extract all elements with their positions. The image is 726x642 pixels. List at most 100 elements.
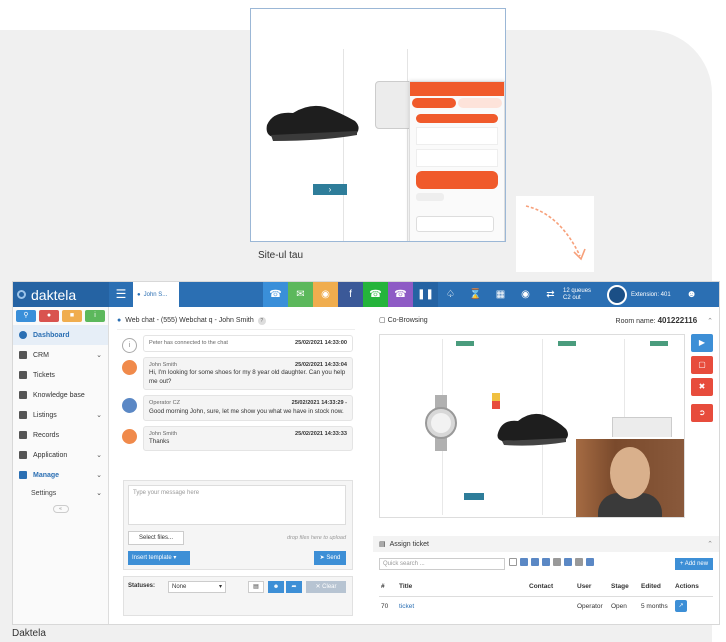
add-new-button[interactable]: + Add new [675,558,713,570]
hourglass-icon[interactable]: ⌛ [463,282,488,307]
ticket-stage: Open [611,602,627,610]
collapse-sidebar-button[interactable]: « [52,505,69,513]
chat-widget-tab[interactable] [412,98,456,108]
sidebar-item-records[interactable]: Records [13,425,108,445]
cobrowse-next-button[interactable] [464,493,484,500]
sidebar-item-settings[interactable]: Settings ⌄ [13,485,108,501]
status-select[interactable]: None ▾ [168,581,226,593]
bin-icon[interactable] [586,558,594,566]
menu-icon[interactable]: ☰ [109,282,133,307]
transfer-icon[interactable]: ⇄ [538,282,563,307]
globe-icon[interactable]: ◉ [513,282,538,307]
insert-template-button[interactable]: Insert template ▾ [128,551,190,565]
ticket-table: # Title Contact User Stage Edited Action… [379,578,713,616]
clear-button[interactable]: ✕ Clear [306,581,346,593]
chevron-up-icon[interactable]: ⌃ [707,318,713,325]
folder-icon[interactable]: ■ [62,310,82,322]
add-user-icon[interactable]: ☻ [268,581,284,593]
chat-bubble-icon: ● [117,317,122,324]
exit-icon[interactable]: ➲ [691,404,713,422]
column-header[interactable]: Edited [639,578,673,597]
column-header[interactable]: Stage [609,578,639,597]
message-list: i Peter has connected to the chat 25/02/20… [117,335,355,451]
grid-icon[interactable] [553,558,561,566]
sidebar-item-label: Listings [33,411,57,419]
message-input[interactable]: Type your message here [128,485,346,525]
product-label [558,341,576,346]
sidebar-item-crm[interactable]: CRM ⌄ [13,345,108,365]
column-header[interactable]: User [575,578,609,597]
calendar-icon[interactable]: ▦ [488,282,513,307]
status-value: None [172,584,187,590]
user-icon[interactable] [542,558,550,566]
send-button[interactable]: ➤ Send [314,551,346,565]
message-time: 25/02/2021 14:33:29 - [291,400,347,407]
grid-icon[interactable] [575,558,583,566]
caret-down-icon: ▾ [173,555,177,561]
drop-files-hint: drop files here to upload [286,535,346,541]
chat-title: Web chat - (555) Webchat q - John Smith [125,317,254,324]
column-header[interactable]: # [379,578,397,597]
queue-status[interactable]: 12 queues C2 out [563,288,603,302]
bell-icon[interactable]: ♤ [438,282,463,307]
check-user-icon[interactable] [531,558,539,566]
ticket-title-link[interactable]: ticket [399,603,414,610]
whatsapp-icon[interactable]: ☎ [363,282,388,307]
table-row[interactable]: 70 ticket Operator Open 5 months ↗ [379,596,713,616]
video-feed[interactable] [574,437,684,517]
column-header[interactable]: Contact [527,578,575,597]
sidebar-item-application[interactable]: Application ⌄ [13,445,108,465]
watch-image [425,395,457,451]
chevron-up-icon[interactable]: ⌃ [707,540,713,548]
monitor-icon[interactable]: ▢ [691,356,713,374]
chevron-down-icon: ⌄ [96,352,102,359]
video-camera-icon[interactable]: ▶ [691,334,713,352]
phone-icon[interactable]: ☎ [263,282,288,307]
clear-label: Clear [322,584,337,590]
star-icon[interactable] [520,558,528,566]
sidebar-item-tickets[interactable]: Tickets [13,365,108,385]
sidebar-item-knowledge-base[interactable]: Knowledge base [13,385,108,405]
forward-icon[interactable]: ➦ [286,581,302,593]
note-icon[interactable]: ▤ [248,581,264,593]
chat-widget-tab[interactable] [458,98,502,108]
record-icon[interactable]: ● [39,310,59,322]
sidebar-item-listings[interactable]: Listings ⌄ [13,405,108,425]
users-icon[interactable]: ☻ [679,282,704,307]
link-icon[interactable]: ↗ [675,600,687,613]
chat-icon[interactable]: ◉ [313,282,338,307]
info-icon[interactable]: i [85,310,105,322]
site-caption: Site-ul tau [258,250,304,261]
ticket-search-input[interactable]: Quick search ... [379,558,505,570]
chevron-down-icon: ⌄ [96,412,102,419]
sidebar-item-dashboard[interactable]: Dashboard [13,325,108,345]
avatar[interactable] [607,284,627,305]
tab-chat[interactable]: ● John S... [133,282,179,307]
pause-icon[interactable]: ❚❚ [413,282,438,307]
cobrowse-title: Co-Browsing [387,317,428,324]
manage-icon [19,471,27,479]
help-icon[interactable]: ? [257,316,266,325]
select-files-button[interactable]: Select files... [128,531,184,545]
eye-icon[interactable] [564,558,572,566]
daktela-app: daktela ☰ ● John S... ☎ ✉ ◉ f ☎ ☎ ❚❚ ♤ ⌛… [12,281,720,625]
sidebar-item-label: Records [33,431,60,439]
viber-icon[interactable]: ☎ [388,282,413,307]
site-next-button[interactable]: › [313,184,347,195]
email-icon[interactable]: ✉ [288,282,313,307]
knowledge-base-icon [19,391,27,399]
watch-box-image [375,81,413,129]
column-header[interactable]: Title [397,578,527,597]
search-icon[interactable]: ⚲ [16,310,36,322]
chat-widget-input[interactable] [416,216,494,232]
chevron-down-icon: ⌄ [96,472,102,479]
sidebar-item-label: Knowledge base [33,391,85,399]
sidebar-item-label: CRM [33,351,49,359]
cobrowse-view[interactable] [379,334,685,518]
facebook-icon[interactable]: f [338,282,363,307]
room-name-label: Room name: [615,317,656,325]
checkbox-icon[interactable] [509,558,517,566]
chat-widget-message [416,149,498,167]
sidebar-item-manage[interactable]: Manage ⌄ [13,465,108,485]
pointer-off-icon[interactable]: ✖ [691,378,713,396]
